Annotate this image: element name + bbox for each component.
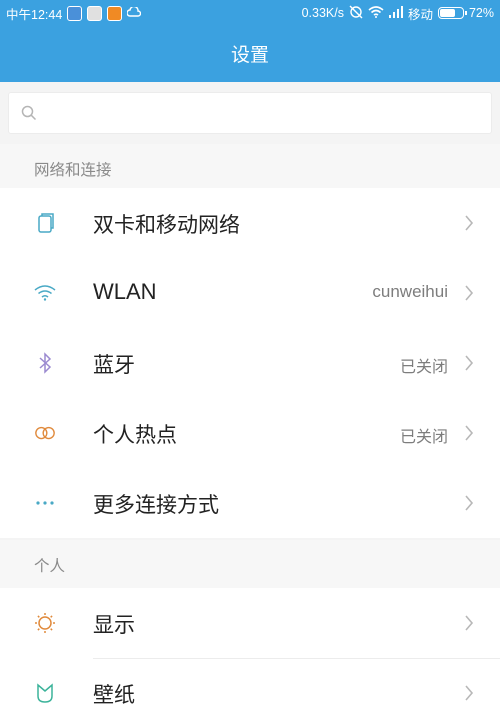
chevron-right-icon [464,614,474,636]
chevron-right-icon [464,684,474,706]
personal-group: 显示 壁纸 [0,588,500,728]
row-label: WLAN [93,279,157,304]
status-time: 中午12:44 [6,7,63,22]
app-notification-icon [67,5,83,21]
wallpaper-icon [34,682,56,704]
alarm-off-icon [349,5,363,22]
search-icon [21,105,37,125]
chevron-right-icon [464,354,474,376]
more-dots-icon [34,492,56,514]
settings-row-wlan[interactable]: WLAN cunweihui [0,258,500,328]
battery-percent: 72% [468,6,494,20]
bluetooth-icon [34,352,56,374]
net-speed: 0.33K/s [301,6,344,20]
chevron-right-icon [464,284,474,306]
signal-icon [388,5,403,21]
settings-row-display[interactable]: 显示 [0,588,500,658]
row-label: 蓝牙 [93,353,135,377]
app-header: 中午12:44 0.33K/s 移动 72% 设置 [0,0,500,82]
cloud-icon [126,5,142,20]
settings-row-wallpaper[interactable]: 壁纸 [0,658,500,728]
chevron-right-icon [464,494,474,516]
chevron-right-icon [464,214,474,236]
row-label: 显示 [93,613,135,637]
section-title-network: 网络和连接 [0,144,500,190]
carrier-name: 移动 [407,7,433,22]
section-title-personal: 个人 [0,540,500,588]
brightness-icon [34,612,56,634]
hotspot-icon [34,422,56,444]
settings-row-bluetooth[interactable]: 蓝牙 已关闭 [0,328,500,398]
wifi-status-icon [368,5,384,21]
settings-row-dual-sim[interactable]: 双卡和移动网络 [0,188,500,258]
app-notification-icon [107,5,123,21]
row-divider [93,658,500,659]
app-notification-icon [87,5,103,21]
row-label: 个人热点 [93,423,177,447]
status-bar: 中午12:44 0.33K/s 移动 72% [0,0,500,26]
row-value: 已关闭 [399,427,448,446]
row-value: 已关闭 [399,357,448,376]
row-label: 壁纸 [93,683,135,707]
wifi-icon [34,282,56,304]
search-area [0,82,500,144]
page-title: 设置 [230,44,269,66]
network-group: 双卡和移动网络 WLAN cunweihui 蓝牙 已关闭 个人热点 已关闭 更… [0,188,500,538]
chevron-right-icon [464,424,474,446]
row-label: 双卡和移动网络 [93,213,240,237]
row-label: 更多连接方式 [93,493,219,517]
row-value: cunweihui [372,282,448,301]
sim-card-icon [34,212,56,234]
settings-row-more-connections[interactable]: 更多连接方式 [0,468,500,538]
battery-icon [437,7,467,19]
settings-row-hotspot[interactable]: 个人热点 已关闭 [0,398,500,468]
search-input[interactable] [8,92,492,134]
